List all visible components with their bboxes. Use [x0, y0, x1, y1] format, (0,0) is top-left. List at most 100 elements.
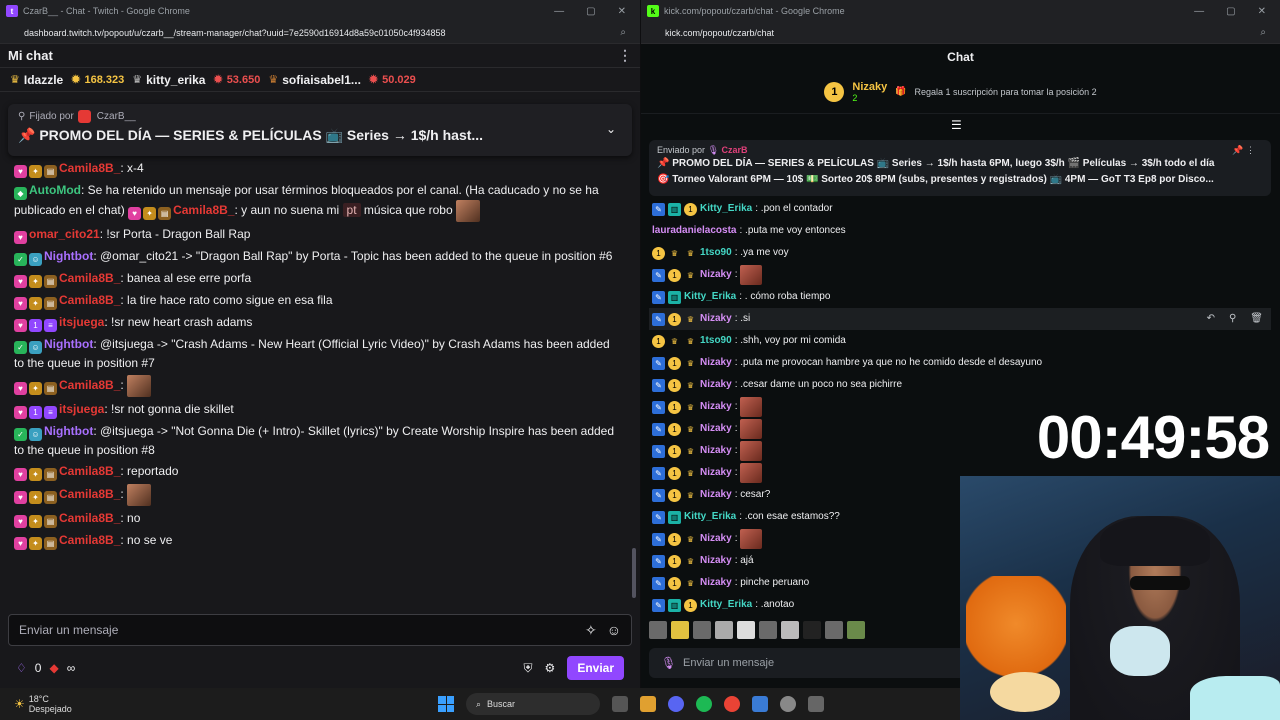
chat-line: ♥ ✦ ▤ Camila8B_: no — [14, 509, 622, 528]
pinned-message[interactable]: ⚲ Fijado por CzarB__ 📌 PROMO DEL DÍA — SER… — [8, 104, 632, 156]
emote[interactable] — [715, 621, 733, 639]
pin-icon[interactable]: ⚲ — [1229, 308, 1236, 330]
zoom-icon[interactable]: ⌕ — [1260, 27, 1266, 38]
chat-header: Mi chat ⋮ — [0, 44, 640, 68]
chevron-down-icon[interactable]: ⌄ — [606, 122, 616, 136]
maximize-icon[interactable]: ▢ — [1226, 6, 1235, 17]
rank-badge: 1 — [824, 81, 845, 102]
search-box[interactable]: ⌕ Buscar — [466, 693, 600, 715]
emote — [740, 265, 763, 285]
more-options-icon[interactable]: ⋮ — [618, 47, 632, 64]
pinned-message[interactable]: Enviado por 🎙 CzarB 📌 ⋮ 📌 PROMO DEL DÍA —… — [649, 140, 1271, 196]
emote — [740, 419, 763, 439]
window-title: CzarB__ - Chat - Twitch - Google Chrome — [23, 6, 190, 16]
address-bar[interactable]: dashboard.twitch.tv/popout/u/czarb__/str… — [0, 22, 640, 44]
emote[interactable] — [759, 621, 777, 639]
chat-line: ♥ ✦ ▤ Camila8B_: banea al ese erre porfa — [14, 269, 622, 288]
leaderboard-entry[interactable]: ♛ Idazzle — [10, 73, 63, 87]
scrollbar[interactable] — [632, 548, 636, 598]
leaderboard-entry[interactable]: ♛ sofiaisabel1... — [268, 73, 361, 87]
shield-icon[interactable]: ⛨ — [524, 661, 533, 676]
notes-icon[interactable] — [752, 696, 768, 712]
leaderboard-amount: ✹ 168.323 — [71, 73, 125, 87]
gear-icon[interactable]: ⚙ — [545, 661, 556, 675]
emote[interactable] — [693, 621, 711, 639]
emote — [127, 375, 152, 397]
chat-messages: ♥ ✦ ▤ Camila8B_: x-4 ◆ AutoMod: Se ha reteni… — [0, 156, 636, 606]
chat-bottom-bar: ♢ 0 ◆ ∞ ⛨ ⚙ Enviar — [0, 654, 640, 682]
points-icon[interactable]: ♢ — [16, 661, 27, 675]
calculator-icon[interactable] — [808, 696, 824, 712]
gift-icon: 🎁 — [895, 86, 907, 96]
bits-icon[interactable]: ◆ — [49, 661, 58, 675]
url-text: dashboard.twitch.tv/popout/u/czarb__/str… — [24, 27, 446, 38]
weather-widget[interactable]: ☀ 18°C Despejado — [0, 694, 72, 714]
chat-line: ♥ 1 ≡ itsjuega: !sr not gonna die skillet — [14, 400, 622, 419]
emote[interactable] — [847, 621, 865, 639]
emote — [740, 529, 763, 549]
start-icon[interactable] — [438, 696, 454, 712]
folder-icon[interactable] — [640, 696, 656, 712]
gifter-name[interactable]: Nizaky — [852, 81, 887, 93]
delete-icon[interactable]: 🗑 — [1250, 308, 1263, 330]
close-icon[interactable]: ✕ — [1258, 6, 1266, 17]
task-view-icon[interactable] — [612, 696, 628, 712]
chat-line: ✎ 1 ♛ Nizaky: .puta me provocan hambre ya q… — [649, 352, 1271, 374]
emote — [127, 484, 152, 506]
pinned-text: 📌 PROMO DEL DÍA — SERIES & PELÍCULAS 📺 S… — [18, 127, 484, 143]
gear-icon[interactable] — [780, 696, 796, 712]
cheer-icon[interactable]: ✧ — [585, 622, 597, 639]
emote[interactable] — [825, 621, 843, 639]
minimize-icon[interactable]: — — [1194, 6, 1204, 17]
maximize-icon[interactable]: ▢ — [586, 6, 595, 17]
mic-icon: 🎙 — [707, 145, 719, 155]
leaderboard-amount: ✹ 50.029 — [368, 73, 416, 87]
spotify-icon[interactable] — [696, 696, 712, 712]
chat-line: ✓ ☺ Nightbot: @omar_cito21 -> "Dragon Ball… — [14, 247, 622, 266]
zoom-icon[interactable]: ⌕ — [620, 27, 626, 38]
chat-line: ♥ ✦ ▤ Camila8B_: no se ve — [14, 531, 622, 550]
chrome-icon[interactable] — [724, 696, 740, 712]
address-bar[interactable]: kick.com/popout/czarb/chat ⌕ — [641, 22, 1280, 44]
top-gifter-banner: 1 Nizaky 2 🎁 Regala 1 suscripción para to… — [641, 70, 1280, 114]
chat-line: ♥ ✦ ▤ Camila8B_: reportado — [14, 462, 622, 481]
taskbar: ☀ 18°C Despejado ⌕ Buscar — [0, 688, 960, 720]
emote — [455, 200, 480, 222]
shield-icon: ◆ — [14, 187, 27, 200]
infinity-label: ∞ — [66, 661, 76, 675]
twitch-chat-window: t CzarB__ - Chat - Twitch - Google Chrom… — [0, 0, 640, 688]
minimize-icon[interactable]: — — [554, 6, 564, 17]
emote-bar — [649, 621, 865, 639]
emote[interactable] — [737, 621, 755, 639]
emote[interactable] — [671, 621, 689, 639]
pin-icon[interactable]: 📌 ⋮ — [1232, 145, 1255, 156]
filter-icon[interactable]: ☰ — [951, 118, 962, 132]
emote[interactable] — [781, 621, 799, 639]
emote — [740, 397, 763, 417]
discord-icon[interactable] — [668, 696, 684, 712]
chat-line: ♥ ✦ ▤ Camila8B_: — [14, 375, 622, 397]
emote[interactable] — [803, 621, 821, 639]
close-icon[interactable]: ✕ — [618, 6, 626, 17]
twitch-icon: t — [6, 5, 18, 17]
leaderboard: ♛ Idazzle ✹ 168.323 ♛ kitty_erika ✹ 53.650 ♛… — [0, 68, 640, 92]
broadcaster-badge — [77, 110, 91, 123]
chat-line: lauradanielacosta: .puta me voy entonces — [652, 225, 846, 236]
points-count: 0 — [34, 661, 42, 675]
gift-cta[interactable]: Regala 1 suscripción para tomar la posic… — [914, 87, 1096, 97]
chat-input[interactable]: Enviar un mensaje ✧ ☺ — [8, 614, 632, 646]
pinned-text-line1: 📌 PROMO DEL DÍA — SERIES & PELÍCULAS 📺 S… — [657, 158, 1215, 169]
crown-icon: ♛ — [268, 74, 279, 86]
chat-line: ✓ ☺ Nightbot: @itsjuega -> "Not Gonna Die … — [14, 424, 615, 457]
leaderboard-amount: ✹ 53.650 — [213, 73, 261, 87]
emote[interactable] — [649, 621, 667, 639]
emoji-icon[interactable]: ☺ — [607, 622, 621, 639]
send-button[interactable]: Enviar — [567, 656, 624, 680]
reply-icon[interactable]: ↶ — [1207, 308, 1215, 330]
kick-titlebar: k kick.com/popout/czarb/chat - Google Ch… — [641, 0, 1280, 22]
chat-line: ✎ 1 ♛ Nizaky: — [649, 264, 1271, 286]
pinned-text-line2: 🎯 Torneo Valorant 6PM — 10$ 💵 Sorteo 20$… — [657, 174, 1214, 185]
chat-line: 1 ♛ ♛ 1tso90: .shh, voy por mi comida — [649, 330, 1271, 352]
chat-line: ✓ ☺ Nightbot: @itsjuega -> "Crash Adams - … — [14, 337, 610, 370]
leaderboard-entry[interactable]: ♛ kitty_erika — [132, 73, 205, 87]
